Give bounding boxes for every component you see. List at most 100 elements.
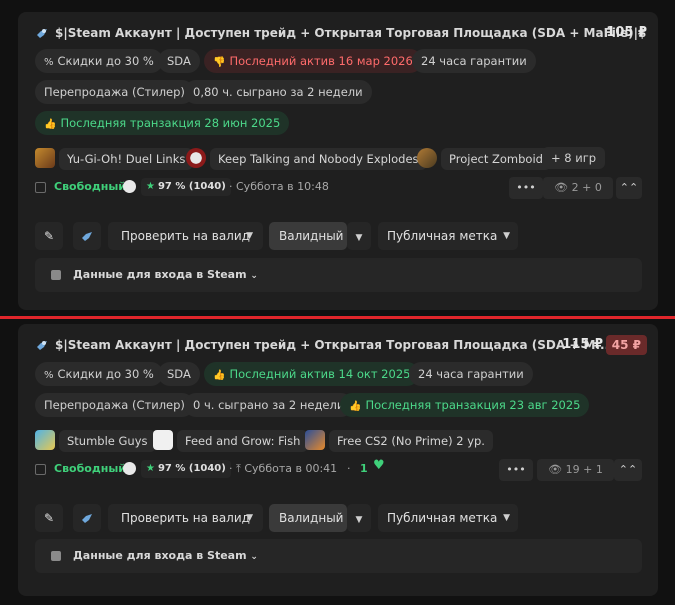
login-label: Данные для входа в Steam [73,549,247,562]
bump-button[interactable]: ⌃⌃ [614,459,642,481]
game-item[interactable]: Feed and Grow: Fish [153,430,309,452]
eye-icon: 👁 [554,181,572,194]
likes-count: 1 [360,462,368,475]
upload-date: · ⤒ Суббота в 00:41 [229,462,338,475]
tag-last-active: 👎 Последний актив 16 мар 2026 [204,49,422,73]
login-label: Данные для входа в Steam [73,268,247,281]
game-item[interactable]: Project Zomboid [417,148,551,170]
more-button[interactable]: ••• [499,459,533,481]
price: 115 ₽ [562,337,603,352]
views-counter[interactable]: 👁 2 + 0 [543,177,613,199]
tag-playtime: 0,80 ч. сыграно за 2 недели [184,80,372,104]
tag-last-transaction: 👍 Последняя транзакция 28 июн 2025 [35,111,290,135]
thumbs-up-icon: 👍 [349,401,362,412]
star-icon: ★ [146,463,155,474]
card-title[interactable]: $|Steam Аккаунт | Доступен трейд + Откры… [55,338,609,352]
card-title-row: $|Steam Аккаунт | Доступен трейд + Откры… [35,335,647,356]
edit-icon: ✎ [43,511,55,525]
game-icon [35,430,55,450]
thumbs-down-icon: 👎 [213,57,226,68]
public-tag-dropdown[interactable]: Публичная метка ▼ [378,504,518,532]
game-item[interactable]: Yu-Gi-Oh! Duel Links [35,148,205,170]
steam-login-panel[interactable]: Данные для входа в Steam ⌄ [35,258,642,292]
seller-rating[interactable]: ★ 97 % (1040) [141,460,231,478]
chevron-down-icon: ▼ [503,231,510,241]
dot-icon: · [229,462,236,475]
game-icon [35,148,55,168]
thumbs-up-icon: 👍 [44,119,57,130]
edit-button[interactable]: ✎ [35,504,63,532]
tag-discount: % Скидки до 30 % [35,49,163,73]
tag-guarantee: 24 часа гарантии [409,362,533,386]
edit-button[interactable]: ✎ [35,222,63,250]
steam-status-icon [123,180,136,193]
select-checkbox[interactable] [35,464,46,475]
valid-dropdown-toggle[interactable]: ▼ [347,222,371,250]
chevron-down-icon: ▼ [503,513,510,523]
upload-date: · Суббота в 10:48 [229,180,329,193]
tag-sda: SDA [158,362,200,386]
tag-playtime: 0 ч. сыграно за 2 недели [184,393,354,417]
chevron-down-icon: ▼ [246,231,253,241]
card-divider [0,316,675,319]
game-icon [153,430,173,450]
thumbs-up-icon: 👍 [213,370,226,381]
steam-icon [37,341,47,350]
edit-icon: ✎ [43,229,55,243]
tag-last-active: 👍 Последний актив 14 окт 2025 [204,362,420,386]
card-title-row: $|Steam Аккаунт | Доступен трейд + Откры… [35,24,647,44]
steam-link-button[interactable] [73,504,101,532]
valid-dropdown-toggle[interactable]: ▼ [347,504,371,532]
more-button[interactable]: ••• [509,177,543,199]
percent-icon: % [44,57,54,68]
steam-link-button[interactable] [73,222,101,250]
more-games[interactable]: + 8 игр [542,147,606,169]
game-icon [417,148,437,168]
tag-resale: Перепродажа (Стилер) [35,393,194,417]
tag-sda: SDA [158,49,200,73]
chevron-down-icon: ▼ [355,515,363,525]
bump-button[interactable]: ⌃⌃ [616,177,642,199]
chevron-down-icon: ▼ [355,233,363,243]
card-title[interactable]: $|Steam Аккаунт | Доступен трейд + Откры… [55,26,646,40]
account-card-2[interactable]: $|Steam Аккаунт | Доступен трейд + Откры… [18,324,658,596]
valid-status[interactable]: Валидный [269,222,347,250]
game-item[interactable]: Stumble Guys [35,430,156,452]
select-checkbox[interactable] [35,182,46,193]
game-item[interactable]: Free CS2 (No Prime) 2 ур. [305,430,493,452]
check-valid-dropdown[interactable]: Проверить на валид ▼ [108,504,263,532]
valid-status[interactable]: Валидный [269,504,347,532]
steam-login-panel[interactable]: Данные для входа в Steam ⌄ [35,539,642,573]
steam-status-icon [123,462,136,475]
check-valid-dropdown[interactable]: Проверить на валид ▼ [108,222,263,250]
chevron-down-icon: ⌄ [250,552,258,562]
info-icon [51,551,61,561]
star-icon: ★ [146,181,155,192]
status-free: Свободный [54,180,126,193]
percent-icon: % [44,370,54,381]
status-free: Свободный [54,462,126,475]
tag-resale: Перепродажа (Стилер) [35,80,194,104]
steam-icon [82,232,92,241]
heart-icon[interactable]: ♥ [373,458,385,473]
account-card-1[interactable]: $|Steam Аккаунт | Доступен трейд + Откры… [18,12,658,310]
tag-guarantee: 24 часа гарантии [412,49,536,73]
tag-last-transaction: 👍 Последняя транзакция 23 авг 2025 [340,393,590,417]
dot-icon: · [229,180,236,193]
game-icon [186,148,206,168]
game-item[interactable]: Keep Talking and Nobody Explodes [186,148,427,170]
seller-rating[interactable]: ★ 97 % (1040) [141,178,231,196]
tag-discount: % Скидки до 30 % [35,362,163,386]
steam-icon [82,514,92,523]
views-counter[interactable]: 👁 19 + 1 [537,459,614,481]
price: 105 ₽ [606,25,647,40]
game-icon [305,430,325,450]
steam-icon [37,29,47,38]
chevron-down-icon: ⌄ [250,271,258,281]
eye-icon: 👁 [548,463,566,476]
discount-price-badge: 45 ₽ [605,335,647,355]
info-icon [51,270,61,280]
public-tag-dropdown[interactable]: Публичная метка ▼ [378,222,518,250]
separator: · [347,462,351,475]
chevron-down-icon: ▼ [246,513,253,523]
